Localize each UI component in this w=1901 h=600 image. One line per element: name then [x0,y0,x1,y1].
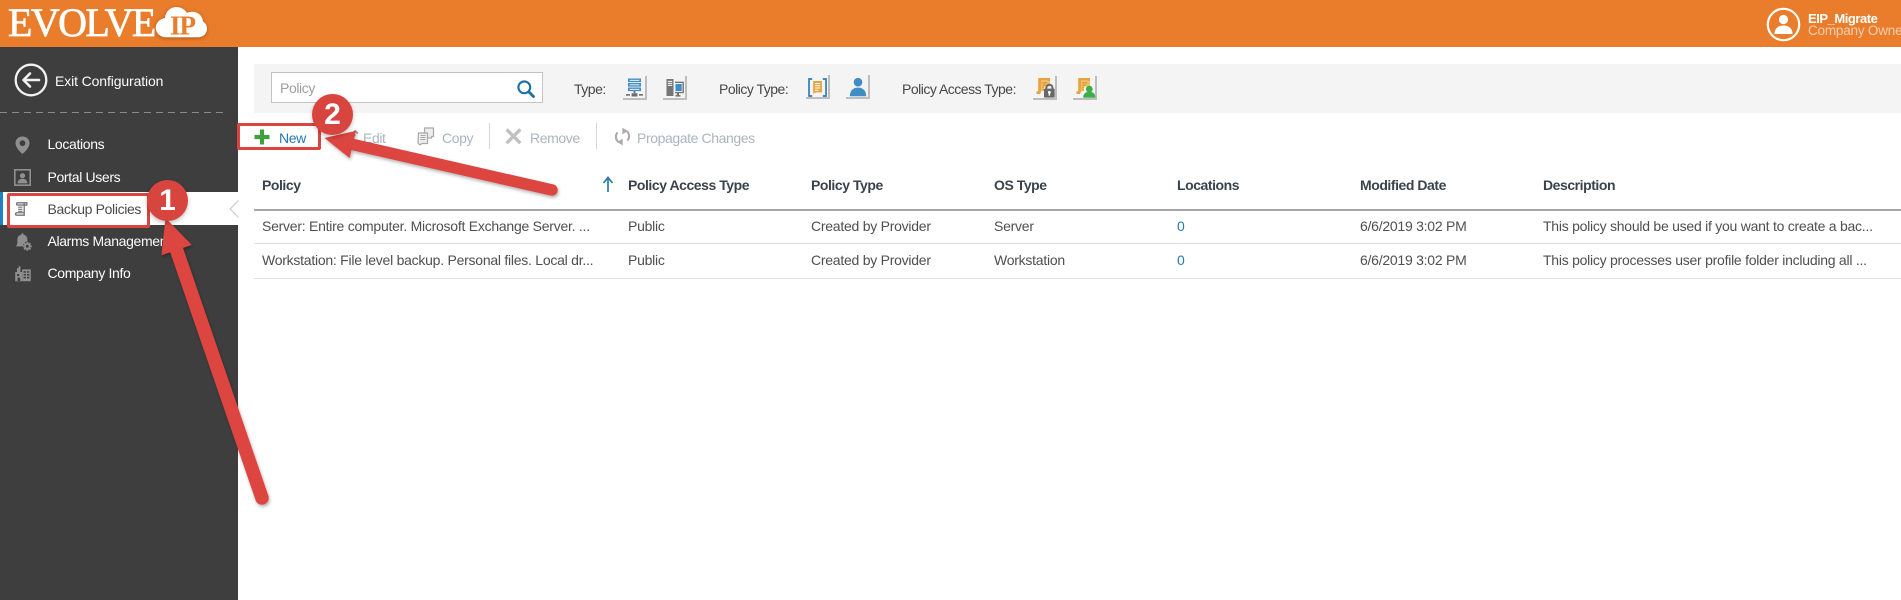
svg-text:IP: IP [170,11,196,41]
